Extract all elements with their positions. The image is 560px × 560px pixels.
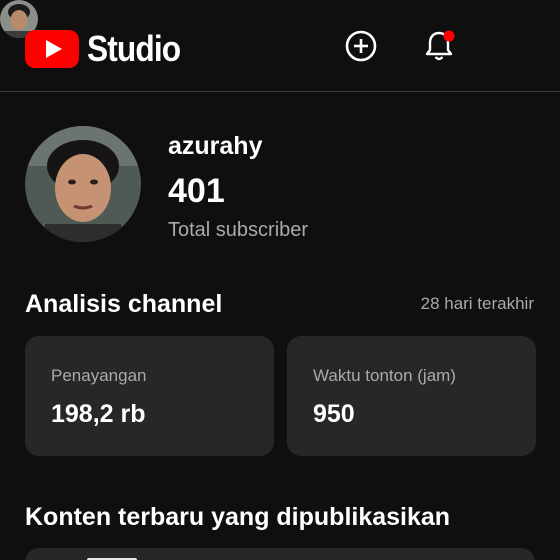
plus-circle-icon (345, 30, 377, 62)
views-card[interactable]: Penayangan 198,2 rb (25, 336, 274, 456)
recent-content-title: Konten terbaru yang dipublikasikan (25, 503, 451, 531)
analytics-period: 28 hari terakhir (420, 294, 534, 313)
analytics-title: Analisis channel (25, 290, 223, 318)
watch-time-value: 950 (313, 400, 355, 428)
notification-dot (443, 30, 455, 42)
channel-name: azurahy (168, 132, 263, 160)
subscriber-count: 401 (168, 172, 225, 210)
logo-text: Studio (87, 28, 181, 69)
subscriber-label: Total subscriber (168, 219, 309, 241)
youtube-studio-logo[interactable]: Studio (25, 28, 193, 70)
channel-avatar[interactable] (25, 126, 141, 242)
views-value: 198,2 rb (51, 400, 146, 428)
bell-icon (425, 30, 455, 61)
youtube-play-icon (25, 30, 79, 68)
create-button[interactable] (343, 28, 379, 64)
watch-time-label: Waktu tonton (jam) (313, 366, 456, 385)
recent-content-card[interactable] (25, 548, 535, 560)
watch-time-card[interactable]: Waktu tonton (jam) 950 (287, 336, 536, 456)
notifications-button[interactable] (421, 28, 457, 64)
app-header: Studio (0, 0, 560, 92)
views-label: Penayangan (51, 366, 147, 385)
